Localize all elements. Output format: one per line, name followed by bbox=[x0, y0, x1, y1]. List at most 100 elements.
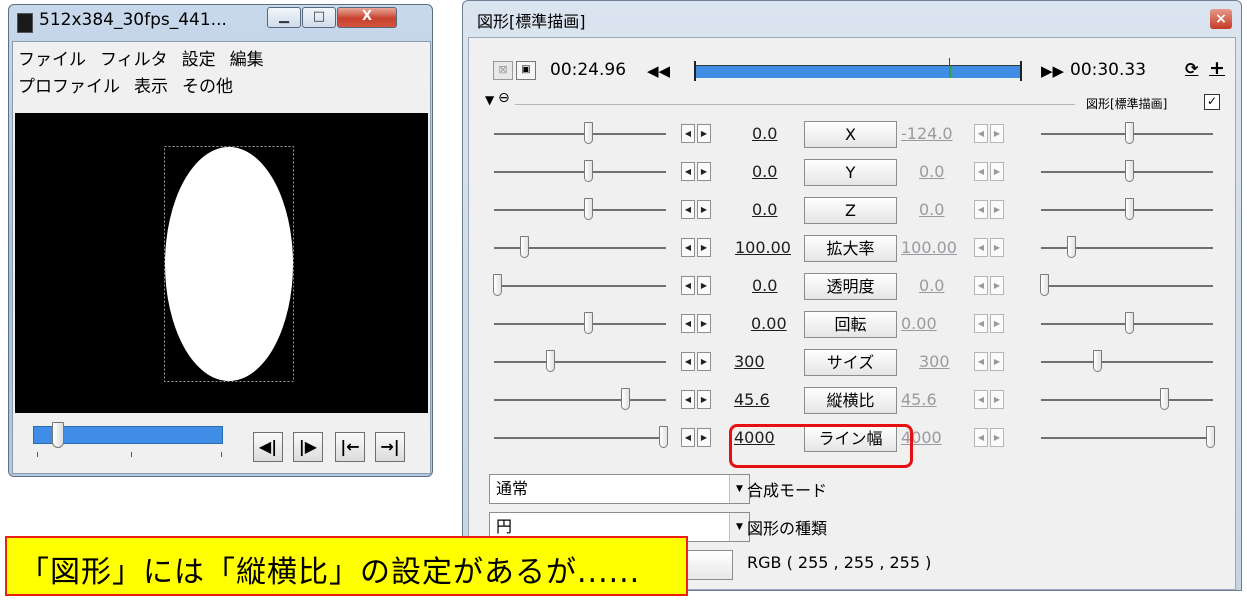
right-slider-thumb[interactable] bbox=[1093, 350, 1103, 372]
right-slider-thumb[interactable] bbox=[1124, 198, 1134, 220]
left-slider-track[interactable] bbox=[494, 285, 666, 287]
param-value-start[interactable]: 0.0 bbox=[752, 276, 777, 295]
left-slider-track[interactable] bbox=[494, 399, 666, 401]
timeline-bar[interactable] bbox=[694, 58, 1022, 81]
right-slider-thumb[interactable] bbox=[1159, 388, 1169, 410]
param-value-start[interactable]: 0.0 bbox=[752, 200, 777, 219]
increment-left-button[interactable]: ▶ bbox=[697, 352, 711, 371]
increment-left-button[interactable]: ▶ bbox=[697, 276, 711, 295]
jump-end-button[interactable]: →| bbox=[375, 432, 405, 462]
increment-right-button[interactable]: ▶ bbox=[990, 352, 1004, 371]
decrement-right-button[interactable]: ◀ bbox=[974, 428, 988, 447]
maximize-button[interactable]: □ bbox=[302, 7, 336, 28]
param-value-end[interactable]: 300 bbox=[919, 352, 950, 371]
param-button[interactable]: Z bbox=[804, 197, 897, 224]
decrement-left-button[interactable]: ◀ bbox=[681, 238, 695, 257]
param-button[interactable]: 回転 bbox=[804, 311, 897, 338]
left-slider-track[interactable] bbox=[494, 361, 666, 363]
section-checkbox[interactable]: ✓ bbox=[1204, 94, 1220, 110]
param-value-start[interactable]: 0.00 bbox=[751, 314, 787, 333]
param-value-start[interactable]: 100.00 bbox=[735, 238, 791, 257]
decrement-right-button[interactable]: ◀ bbox=[974, 238, 988, 257]
left-slider-thumb[interactable] bbox=[546, 350, 556, 372]
decrement-left-button[interactable]: ◀ bbox=[681, 390, 695, 409]
menu-item-2[interactable]: その他 bbox=[182, 77, 233, 97]
left-slider-thumb[interactable] bbox=[659, 426, 668, 448]
param-button[interactable]: Y bbox=[804, 159, 897, 186]
increment-right-button[interactable]: ▶ bbox=[990, 238, 1004, 257]
settings-close-button[interactable]: × bbox=[1210, 9, 1232, 29]
menu-item-3[interactable]: 編集 bbox=[230, 50, 264, 70]
param-button[interactable]: X bbox=[804, 121, 897, 148]
left-slider-thumb[interactable] bbox=[584, 198, 594, 220]
left-slider-thumb[interactable] bbox=[584, 312, 594, 334]
prev-frame-button[interactable]: ◀| bbox=[253, 432, 283, 462]
right-slider-thumb[interactable] bbox=[1066, 236, 1076, 258]
left-slider-track[interactable] bbox=[494, 437, 666, 439]
decrement-right-button[interactable]: ◀ bbox=[974, 200, 988, 219]
increment-right-button[interactable]: ▶ bbox=[990, 162, 1004, 181]
right-slider-thumb[interactable] bbox=[1040, 274, 1049, 296]
decrement-right-button[interactable]: ◀ bbox=[974, 352, 988, 371]
increment-right-button[interactable]: ▶ bbox=[990, 124, 1004, 143]
decrement-left-button[interactable]: ◀ bbox=[681, 200, 695, 219]
right-slider-thumb[interactable] bbox=[1124, 160, 1134, 182]
right-slider-track[interactable] bbox=[1041, 399, 1213, 401]
left-slider-thumb[interactable] bbox=[620, 388, 630, 410]
param-value-end[interactable]: 45.6 bbox=[901, 390, 937, 409]
param-value-end[interactable]: 0.0 bbox=[919, 200, 944, 219]
increment-right-button[interactable]: ▶ bbox=[990, 200, 1004, 219]
grid-icon[interactable]: ▣ bbox=[516, 61, 536, 80]
close-button[interactable]: X bbox=[337, 7, 397, 28]
collapse-icon[interactable]: ▼ bbox=[485, 93, 494, 107]
decrement-left-button[interactable]: ◀ bbox=[681, 162, 695, 181]
left-slider-thumb[interactable] bbox=[584, 122, 594, 144]
rewind-icon[interactable]: ◀◀ bbox=[647, 62, 670, 80]
param-button[interactable]: 拡大率 bbox=[804, 235, 897, 262]
next-frame-button[interactable]: |▶ bbox=[293, 432, 323, 462]
increment-right-button[interactable]: ▶ bbox=[990, 390, 1004, 409]
playback-thumb[interactable] bbox=[51, 422, 64, 448]
param-value-start[interactable]: 0.0 bbox=[752, 162, 777, 181]
decrement-left-button[interactable]: ◀ bbox=[681, 124, 695, 143]
param-value-end[interactable]: 0.0 bbox=[919, 276, 944, 295]
increment-left-button[interactable]: ▶ bbox=[697, 162, 711, 181]
param-value-start[interactable]: 45.6 bbox=[734, 390, 770, 409]
decrement-right-button[interactable]: ◀ bbox=[974, 314, 988, 333]
increment-right-button[interactable]: ▶ bbox=[990, 276, 1004, 295]
decrement-right-button[interactable]: ◀ bbox=[974, 390, 988, 409]
right-slider-thumb[interactable] bbox=[1206, 426, 1215, 448]
param-button[interactable]: サイズ bbox=[804, 349, 897, 376]
param-value-start[interactable]: 300 bbox=[734, 352, 765, 371]
increment-left-button[interactable]: ▶ bbox=[697, 124, 711, 143]
menu-item-0[interactable]: ファイル bbox=[18, 50, 86, 70]
param-value-end[interactable]: -124.0 bbox=[901, 124, 953, 143]
param-button[interactable]: 透明度 bbox=[804, 273, 897, 300]
left-slider-track[interactable] bbox=[494, 171, 666, 173]
menu-item-1[interactable]: フィルタ bbox=[100, 50, 168, 70]
decrement-left-button[interactable]: ◀ bbox=[681, 314, 695, 333]
param-value-end[interactable]: 0.0 bbox=[919, 162, 944, 181]
left-slider-track[interactable] bbox=[494, 323, 666, 325]
blend-mode-select[interactable]: 通常 ▼ bbox=[489, 474, 750, 504]
increment-left-button[interactable]: ▶ bbox=[697, 390, 711, 409]
left-slider-thumb[interactable] bbox=[493, 274, 502, 296]
left-slider-track[interactable] bbox=[494, 209, 666, 211]
menu-item-1[interactable]: 表示 bbox=[134, 77, 168, 97]
increment-left-button[interactable]: ▶ bbox=[697, 238, 711, 257]
decrement-left-button[interactable]: ◀ bbox=[681, 276, 695, 295]
right-slider-track[interactable] bbox=[1041, 361, 1213, 363]
right-slider-track[interactable] bbox=[1041, 285, 1213, 287]
left-slider-thumb[interactable] bbox=[584, 160, 594, 182]
sync-icon[interactable]: ⟳ bbox=[1185, 59, 1198, 78]
decrement-right-button[interactable]: ◀ bbox=[974, 162, 988, 181]
right-slider-thumb[interactable] bbox=[1124, 122, 1134, 144]
increment-left-button[interactable]: ▶ bbox=[697, 200, 711, 219]
menu-item-2[interactable]: 設定 bbox=[182, 50, 216, 70]
decrement-right-button[interactable]: ◀ bbox=[974, 276, 988, 295]
param-value-end[interactable]: 0.00 bbox=[901, 314, 937, 333]
increment-left-button[interactable]: ▶ bbox=[697, 314, 711, 333]
param-value-start[interactable]: 0.0 bbox=[752, 124, 777, 143]
param-value-end[interactable]: 100.00 bbox=[901, 238, 957, 257]
decrement-left-button[interactable]: ◀ bbox=[681, 428, 695, 447]
